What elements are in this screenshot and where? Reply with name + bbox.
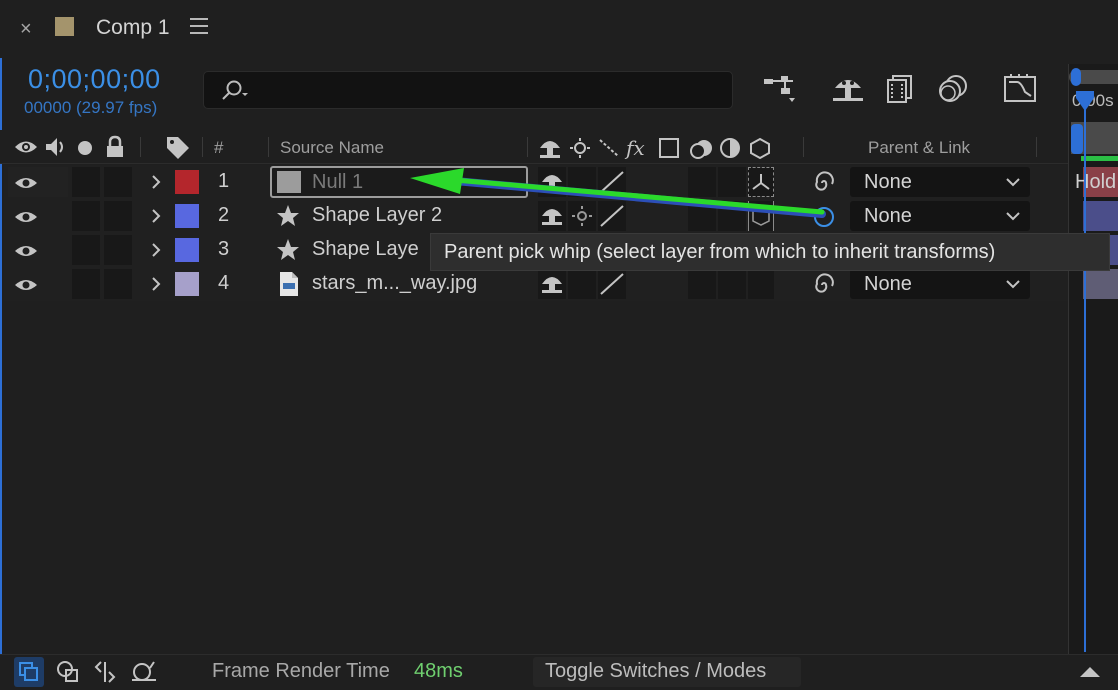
layer-row-1[interactable]: 1 Null 1 None	[4, 165, 1068, 199]
work-area-start-handle[interactable]	[1071, 68, 1081, 86]
lock-icon[interactable]	[105, 135, 125, 159]
layer-number: 1	[218, 170, 230, 192]
search-icon	[222, 80, 248, 100]
pick-whip-icon[interactable]	[812, 273, 836, 297]
tooltip: Parent pick whip (select layer from whic…	[430, 233, 1110, 271]
parent-dropdown[interactable]: None	[850, 201, 1030, 231]
layer-bar-4[interactable]	[1083, 269, 1118, 299]
render-cache-bar	[1081, 156, 1118, 161]
shy-switch-icon[interactable]	[541, 274, 563, 296]
parent-dropdown[interactable]: None	[850, 167, 1030, 197]
null-object-icon	[277, 171, 301, 193]
snail-render-time-icon[interactable]	[130, 660, 158, 684]
layer-name[interactable]: Shape Laye	[312, 238, 419, 261]
motion-blur-icon[interactable]	[936, 74, 970, 104]
label-color-swatch[interactable]	[175, 204, 199, 228]
in-out-duration-icon[interactable]	[93, 660, 117, 684]
image-file-icon	[280, 272, 298, 296]
label-color-swatch[interactable]	[175, 170, 199, 194]
source-name-header[interactable]: Source Name	[280, 138, 384, 158]
eye-icon[interactable]	[14, 209, 38, 225]
frame-rate-display: 00000 (29.97 fps)	[24, 98, 158, 117]
layer-column-header: # Source Name fx Parent & Link	[0, 130, 1068, 164]
layer-switches-toggle[interactable]	[14, 657, 44, 687]
tooltip-text: Parent pick whip (select layer from whic…	[444, 241, 996, 263]
chevron-down-icon	[1006, 212, 1020, 221]
frame-blending-icon[interactable]	[885, 74, 915, 104]
timeline-zoom-handle[interactable]	[1071, 124, 1083, 154]
switches-header-icons: fx	[540, 136, 770, 160]
layer-name[interactable]: stars_m..._way.jpg	[312, 272, 477, 295]
quality-switch-icon[interactable]	[598, 169, 626, 195]
current-time-indicator-line	[1084, 92, 1086, 652]
audio-icon[interactable]	[44, 136, 68, 158]
expand-chevron-icon[interactable]	[150, 276, 162, 292]
label-color-swatch[interactable]	[175, 238, 199, 262]
layer-row-2[interactable]: 2 Shape Layer 2 None	[4, 199, 1068, 233]
parent-dropdown-value: None	[864, 171, 912, 193]
label-tag-icon[interactable]	[165, 135, 191, 159]
parent-link-header[interactable]: Parent & Link	[868, 138, 970, 158]
toggle-switches-modes-button[interactable]: Toggle Switches / Modes	[533, 657, 801, 687]
eye-icon[interactable]	[14, 243, 38, 259]
close-tab-button[interactable]: ×	[20, 18, 32, 41]
eye-icon[interactable]	[14, 175, 38, 191]
star-shape-icon	[277, 205, 299, 226]
quality-switch-icon[interactable]	[598, 203, 626, 229]
shy-layers-icon[interactable]	[832, 74, 864, 104]
expand-chevron-icon[interactable]	[150, 242, 162, 258]
expand-chevron-icon[interactable]	[150, 174, 162, 190]
panel-footer: Frame Render Time 48ms Toggle Switches /…	[0, 654, 1118, 690]
chevron-down-icon	[1006, 280, 1020, 289]
comp-color-swatch	[55, 17, 74, 36]
frame-render-time-value: 48ms	[414, 660, 463, 682]
frame-render-time-label: Frame Render Time	[212, 660, 390, 682]
panel-tab-bar: × Comp 1	[0, 0, 1118, 58]
shy-switch-icon[interactable]	[541, 206, 563, 228]
current-time-display[interactable]: 0;00;00;00	[28, 64, 161, 95]
layers-icon	[19, 662, 38, 681]
tab-title[interactable]: Comp 1	[96, 16, 170, 40]
chevron-down-icon	[1006, 178, 1020, 187]
parent-dropdown-value: None	[864, 205, 912, 227]
pick-whip-icon[interactable]	[812, 205, 836, 229]
video-visibility-icon[interactable]	[14, 138, 38, 156]
layer-bar-2[interactable]	[1083, 201, 1118, 231]
pick-whip-icon[interactable]	[812, 171, 836, 195]
layer-number: 3	[218, 238, 230, 260]
search-input[interactable]	[203, 71, 733, 109]
toggle-switches-modes-label: Toggle Switches / Modes	[545, 660, 767, 682]
layer-row-4[interactable]: 4 stars_m..._way.jpg None	[4, 267, 1068, 301]
layer-number: 4	[218, 272, 230, 294]
layer-bar-1[interactable]: Hold	[1075, 167, 1118, 197]
shy-switch-icon[interactable]	[541, 172, 563, 194]
layer-number: 2	[218, 204, 230, 226]
solo-icon[interactable]	[77, 140, 93, 156]
panel-menu-icon[interactable]	[190, 18, 208, 39]
expand-chevron-icon[interactable]	[150, 208, 162, 224]
graph-editor-icon[interactable]	[1003, 74, 1037, 104]
layer-name-edit-field[interactable]: Null 1	[270, 166, 528, 198]
flowchart-icon[interactable]	[763, 74, 799, 104]
parent-dropdown-value: None	[864, 273, 912, 295]
eye-icon[interactable]	[14, 277, 38, 293]
svg-text:fx: fx	[624, 136, 645, 160]
collapse-switch-icon[interactable]	[570, 205, 594, 227]
layer-name[interactable]: Shape Layer 2	[312, 204, 442, 227]
zoom-slider-icon[interactable]	[1078, 665, 1102, 679]
3d-layer-switch-icon[interactable]	[750, 171, 772, 193]
star-shape-icon	[277, 239, 299, 260]
playhead-icon[interactable]	[1075, 90, 1095, 112]
parent-dropdown[interactable]: None	[850, 269, 1030, 299]
layer-bar-label: Hold	[1075, 171, 1117, 193]
timeline-panel[interactable]: 0:00s Hold	[1068, 64, 1118, 654]
layer-name: Null 1	[312, 171, 364, 193]
3d-cube-icon[interactable]	[752, 206, 770, 226]
layer-number-header[interactable]: #	[214, 138, 223, 158]
label-color-swatch[interactable]	[175, 272, 199, 296]
transfer-controls-icon[interactable]	[56, 660, 80, 684]
quality-switch-icon[interactable]	[598, 271, 626, 297]
